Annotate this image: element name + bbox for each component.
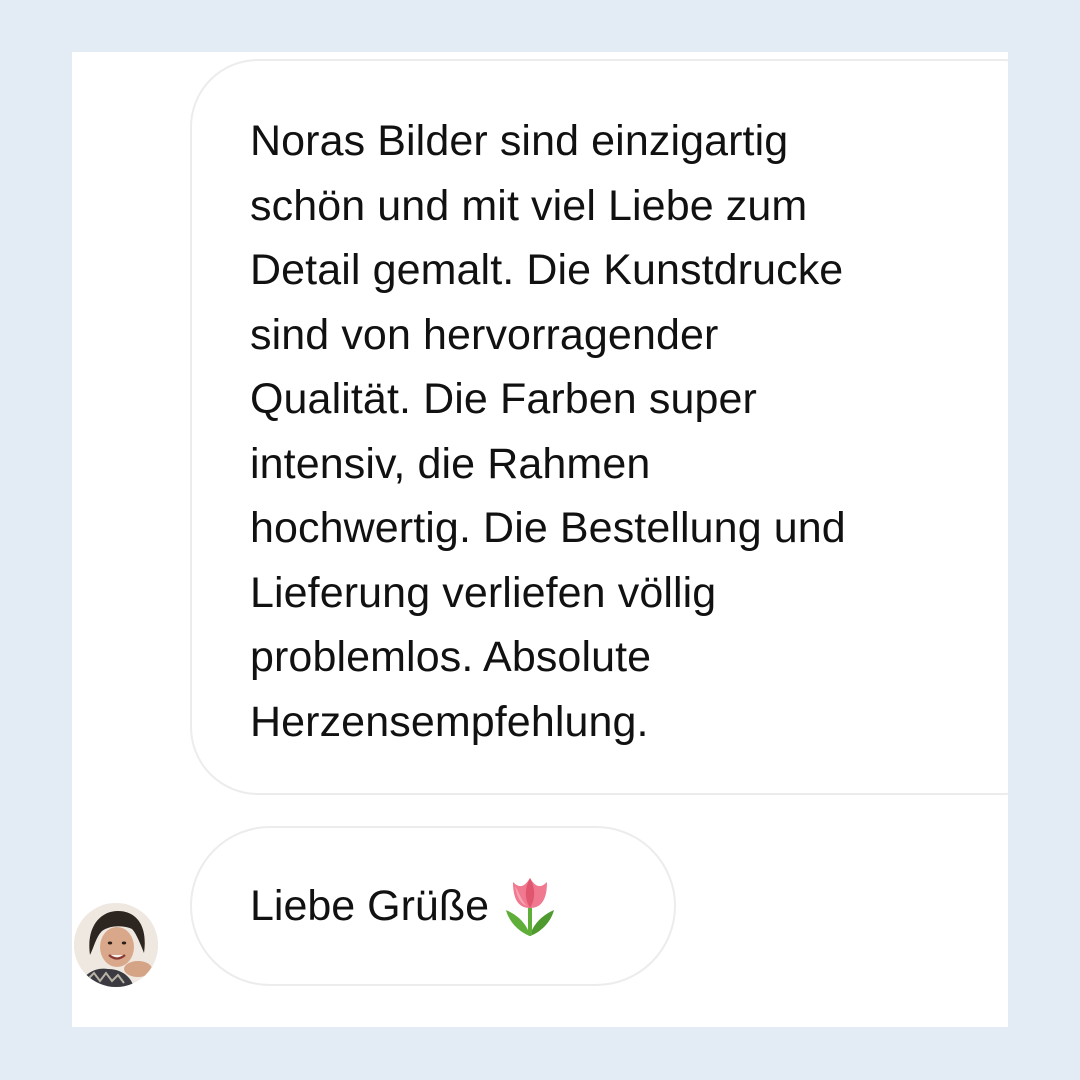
message-text-greeting: Liebe Grüße — [250, 881, 490, 930]
message-bubble-review[interactable]: Noras Bilder sind einzigartig schön und … — [190, 59, 1008, 795]
avatar[interactable] — [74, 903, 158, 987]
tulip-emoji-icon — [501, 874, 559, 938]
message-bubble-greeting[interactable]: Liebe Grüße — [190, 826, 676, 986]
message-text-review: Noras Bilder sind einzigartig schön und … — [250, 117, 846, 746]
chat-panel: Noras Bilder sind einzigartig schön und … — [72, 52, 1008, 1027]
